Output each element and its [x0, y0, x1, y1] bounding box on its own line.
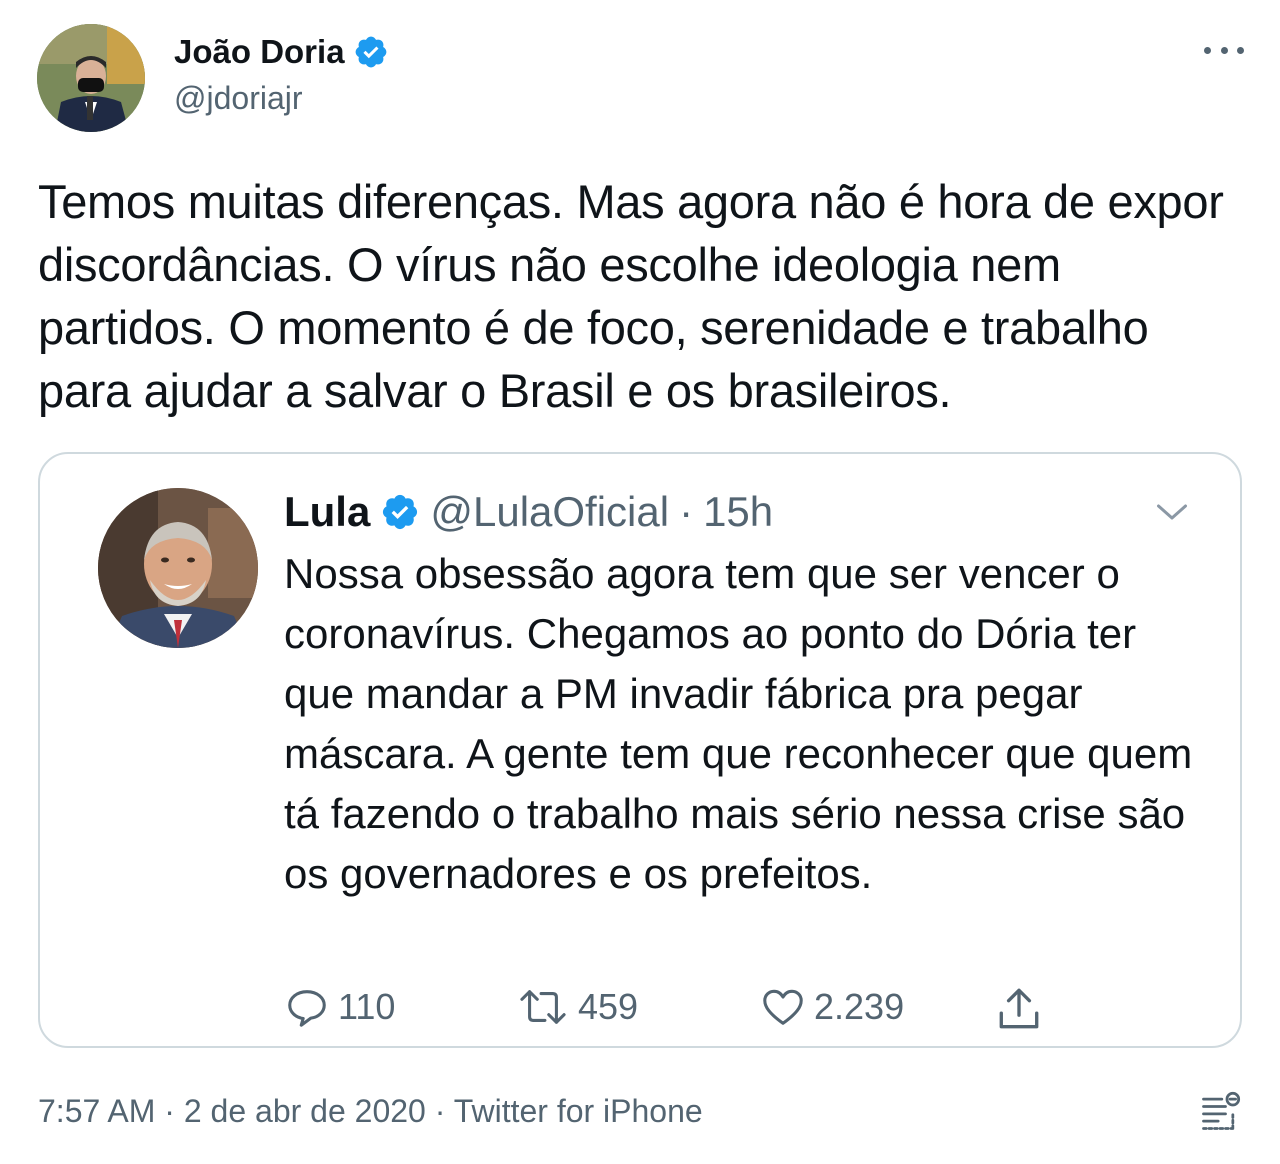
author-avatar[interactable] [37, 24, 145, 132]
author-name-row: João Doria [174, 32, 389, 72]
tweet-date[interactable]: 2 de abr de 2020 [184, 1093, 426, 1129]
tweet: João Doria @jdoriajr Temos muitas difere… [0, 0, 1280, 1164]
retweet-icon [520, 990, 566, 1024]
tweet-text: Temos muitas diferenças. Mas agora não é… [38, 175, 1224, 417]
reply-count: 110 [338, 986, 396, 1027]
tweet-meta: 7:57 AM · 2 de abr de 2020 · Twitter for… [38, 1090, 703, 1132]
chevron-down-icon[interactable] [1154, 494, 1190, 530]
quoted-timestamp[interactable]: 15h [703, 484, 773, 540]
reply-button[interactable]: 110 [284, 984, 395, 1030]
quoted-tweet-card[interactable]: Lula @LulaOficial · 15h Nossa obsessão a… [38, 452, 1242, 1048]
verified-badge-icon [355, 36, 386, 68]
author-photo [37, 24, 145, 132]
separator-dot: · [434, 1093, 446, 1129]
separator-dot: · [679, 488, 694, 535]
author-handle[interactable]: @jdoriajr [174, 78, 303, 118]
like-count: 2.239 [814, 986, 905, 1027]
analytics-icon[interactable] [1198, 1090, 1242, 1134]
share-button[interactable] [994, 984, 1044, 1034]
quoted-author-name[interactable]: Lula [284, 484, 370, 540]
more-dots-icon[interactable] [1204, 36, 1244, 64]
verified-badge-icon [383, 494, 418, 530]
quoted-action-bar: 110 459 2.239 [284, 984, 1064, 1034]
retweet-button[interactable]: 459 [516, 984, 638, 1030]
separator-dot: · [164, 1093, 175, 1129]
quoted-author-photo [98, 488, 258, 648]
quoted-author-avatar[interactable] [98, 488, 258, 648]
quoted-author-handle[interactable]: @LulaOficial [430, 484, 669, 540]
tweet-source[interactable]: Twitter for iPhone [454, 1093, 703, 1129]
tweet-time[interactable]: 7:57 AM [38, 1093, 155, 1129]
quoted-text: Nossa obsessão agora tem que ser vencer … [284, 550, 1193, 897]
quoted-header: Lula @LulaOficial · 15h [284, 484, 773, 540]
author-name[interactable]: João Doria [174, 32, 345, 72]
heart-icon [763, 989, 803, 1025]
share-icon [999, 988, 1039, 1029]
dot [1237, 46, 1244, 54]
reply-icon [288, 990, 326, 1027]
like-button[interactable]: 2.239 [760, 984, 904, 1030]
retweet-count: 459 [578, 986, 639, 1027]
dot [1220, 46, 1228, 54]
dot [1204, 46, 1211, 54]
